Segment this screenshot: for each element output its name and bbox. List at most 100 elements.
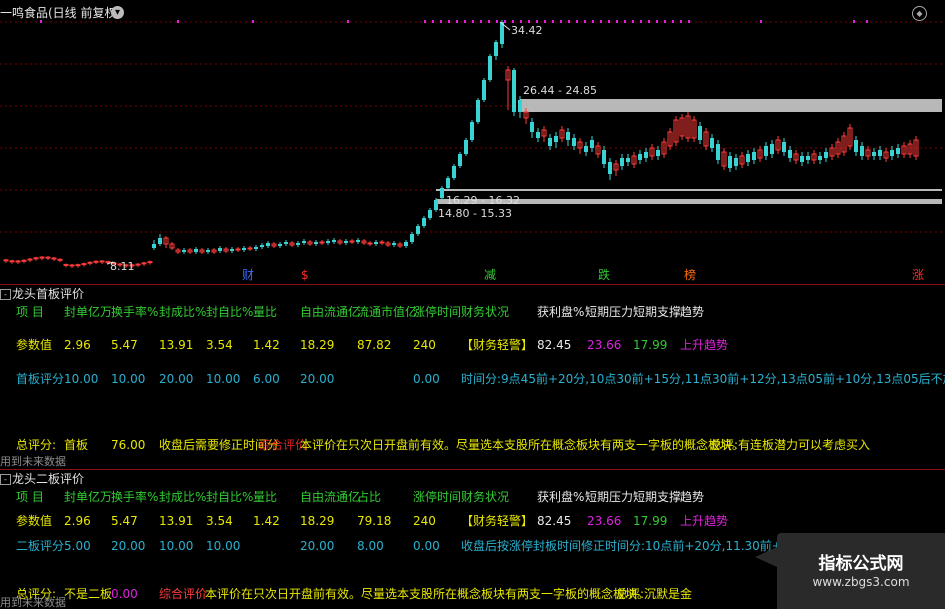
candle-body bbox=[872, 152, 876, 156]
panel2-score-ratio: 8.00 bbox=[357, 539, 384, 553]
candle-body bbox=[206, 250, 210, 252]
panel1-score-limit-time: 0.00 bbox=[413, 372, 440, 386]
signal-dot bbox=[536, 20, 538, 23]
panel1-total-label: 总评分: bbox=[16, 438, 57, 452]
panel2-header-limit-time: 涨停时间 bbox=[413, 490, 462, 504]
candle-body bbox=[656, 150, 660, 156]
panel1-footer: 用到未来数据 bbox=[0, 455, 66, 468]
panel2-param-volume-ratio: 1.42 bbox=[253, 514, 280, 528]
candle-body bbox=[374, 242, 378, 244]
candle-body bbox=[710, 138, 714, 148]
candle-body bbox=[266, 243, 270, 246]
candle-body bbox=[734, 158, 738, 166]
candle-body bbox=[764, 146, 768, 156]
candle-body bbox=[278, 244, 282, 246]
candle-body bbox=[548, 138, 552, 146]
panel1-param-label: 参数值 bbox=[16, 338, 53, 352]
list-marker[interactable]: 榜 bbox=[684, 268, 696, 282]
candle-body bbox=[824, 152, 828, 158]
panel2-footer: 用到未来数据 bbox=[0, 596, 66, 609]
watermark-url: www.zbgs3.com bbox=[812, 575, 910, 589]
candlestick-chart[interactable] bbox=[0, 0, 945, 285]
high-price-label: 34.42 bbox=[511, 24, 543, 37]
panel1-param-profit: 82.45 bbox=[537, 338, 572, 352]
panel1-param-finance: 【财务轻警】 bbox=[461, 338, 534, 352]
drop-marker[interactable]: 跌 bbox=[598, 268, 610, 282]
signal-dot bbox=[624, 20, 626, 23]
finance-marker[interactable]: 财 bbox=[242, 268, 254, 282]
signal-dot bbox=[448, 20, 450, 23]
signal-dot bbox=[520, 20, 522, 23]
panel2-score-free-float: 20.00 bbox=[300, 539, 335, 553]
panel2-total-summary: 总评:沉默是金 bbox=[616, 587, 693, 601]
collapse-icon[interactable]: - bbox=[0, 474, 11, 485]
panel2-header-seal: 封单亿万 bbox=[64, 490, 113, 504]
panel1-param-free-float: 18.29 bbox=[300, 338, 335, 352]
panel1-header-seal-ratio: 封成比% bbox=[159, 305, 207, 319]
panel1-param-market-cap: 87.82 bbox=[357, 338, 392, 352]
candle-body bbox=[440, 188, 444, 198]
panel2-param-seal: 2.96 bbox=[64, 514, 91, 528]
signal-dot bbox=[40, 20, 42, 23]
candle-body bbox=[746, 154, 750, 162]
signal-dot bbox=[616, 20, 618, 23]
candle-body bbox=[319, 241, 325, 244]
signal-dot bbox=[648, 20, 650, 23]
resistance-band bbox=[520, 99, 942, 112]
dollar-marker[interactable]: $ bbox=[301, 268, 309, 282]
candle-body bbox=[87, 261, 93, 264]
panel2-param-free-float: 18.29 bbox=[300, 514, 335, 528]
panel2-total-note2: 本评价在只次日开盘前有效。尽量选本支股所在概念板块有两支一字板的概念板块。 bbox=[205, 587, 650, 601]
diamond-icon[interactable]: ◆ bbox=[912, 6, 927, 21]
candle-body bbox=[344, 241, 348, 243]
candle-body bbox=[728, 156, 732, 168]
candle-body bbox=[446, 178, 450, 188]
signal-dot bbox=[608, 20, 610, 23]
candle-body bbox=[57, 258, 63, 261]
panel2-header-seal-ratio: 封成比% bbox=[159, 490, 207, 504]
candle-body bbox=[326, 241, 330, 243]
candle-body bbox=[302, 241, 306, 243]
signal-dot bbox=[512, 20, 514, 23]
support-band-line bbox=[436, 189, 942, 191]
window-title: 一鸣食品(日线 前复权) bbox=[0, 6, 122, 20]
candle-body bbox=[141, 262, 147, 265]
candle-body bbox=[584, 146, 588, 152]
candle-body bbox=[860, 146, 864, 156]
signal-dot bbox=[672, 20, 674, 23]
candle-body bbox=[626, 158, 630, 162]
candle-body bbox=[15, 260, 21, 263]
signal-dot bbox=[576, 20, 578, 23]
panel1-header-limit-time: 涨停时间 bbox=[413, 305, 462, 319]
signal-dot bbox=[424, 20, 426, 23]
candle-body bbox=[314, 242, 318, 244]
signal-dot bbox=[504, 20, 506, 23]
candle-body bbox=[752, 152, 756, 160]
panel2-header-volume-ratio: 量比 bbox=[253, 490, 278, 504]
panel1-header-seal: 封单亿万 bbox=[64, 305, 113, 319]
panel-divider-1 bbox=[0, 284, 945, 285]
panel1-header-market-cap: 流通市值亿 bbox=[357, 305, 418, 319]
panel1-score-turnover: 10.00 bbox=[111, 372, 146, 386]
watermark-title: 指标公式网 bbox=[818, 554, 904, 574]
panel1-param-support: 17.99 bbox=[633, 338, 668, 352]
collapse-icon[interactable]: - bbox=[0, 289, 11, 300]
candle-body bbox=[464, 140, 468, 154]
candle-body bbox=[27, 258, 33, 261]
candle-body bbox=[367, 242, 373, 245]
candle-body bbox=[566, 132, 570, 140]
panel2-header-profit: 获利盘% bbox=[537, 490, 585, 504]
panel2-total-note-red: 综合评价 bbox=[159, 587, 208, 601]
signal-dot bbox=[560, 20, 562, 23]
panel2-param-seal-self: 3.54 bbox=[206, 514, 233, 528]
candle-body bbox=[182, 250, 186, 252]
chevron-down-icon[interactable]: ▾ bbox=[111, 6, 124, 19]
candle-body bbox=[296, 243, 300, 245]
reduce-marker[interactable]: 减 bbox=[484, 268, 496, 282]
panel1-score-seal: 10.00 bbox=[64, 372, 99, 386]
candle-body bbox=[3, 259, 9, 262]
signal-dot bbox=[640, 20, 642, 23]
panel2-header-turnover: 换手率% bbox=[111, 490, 159, 504]
rise-marker[interactable]: 涨 bbox=[912, 268, 924, 282]
candle-body bbox=[470, 122, 474, 140]
